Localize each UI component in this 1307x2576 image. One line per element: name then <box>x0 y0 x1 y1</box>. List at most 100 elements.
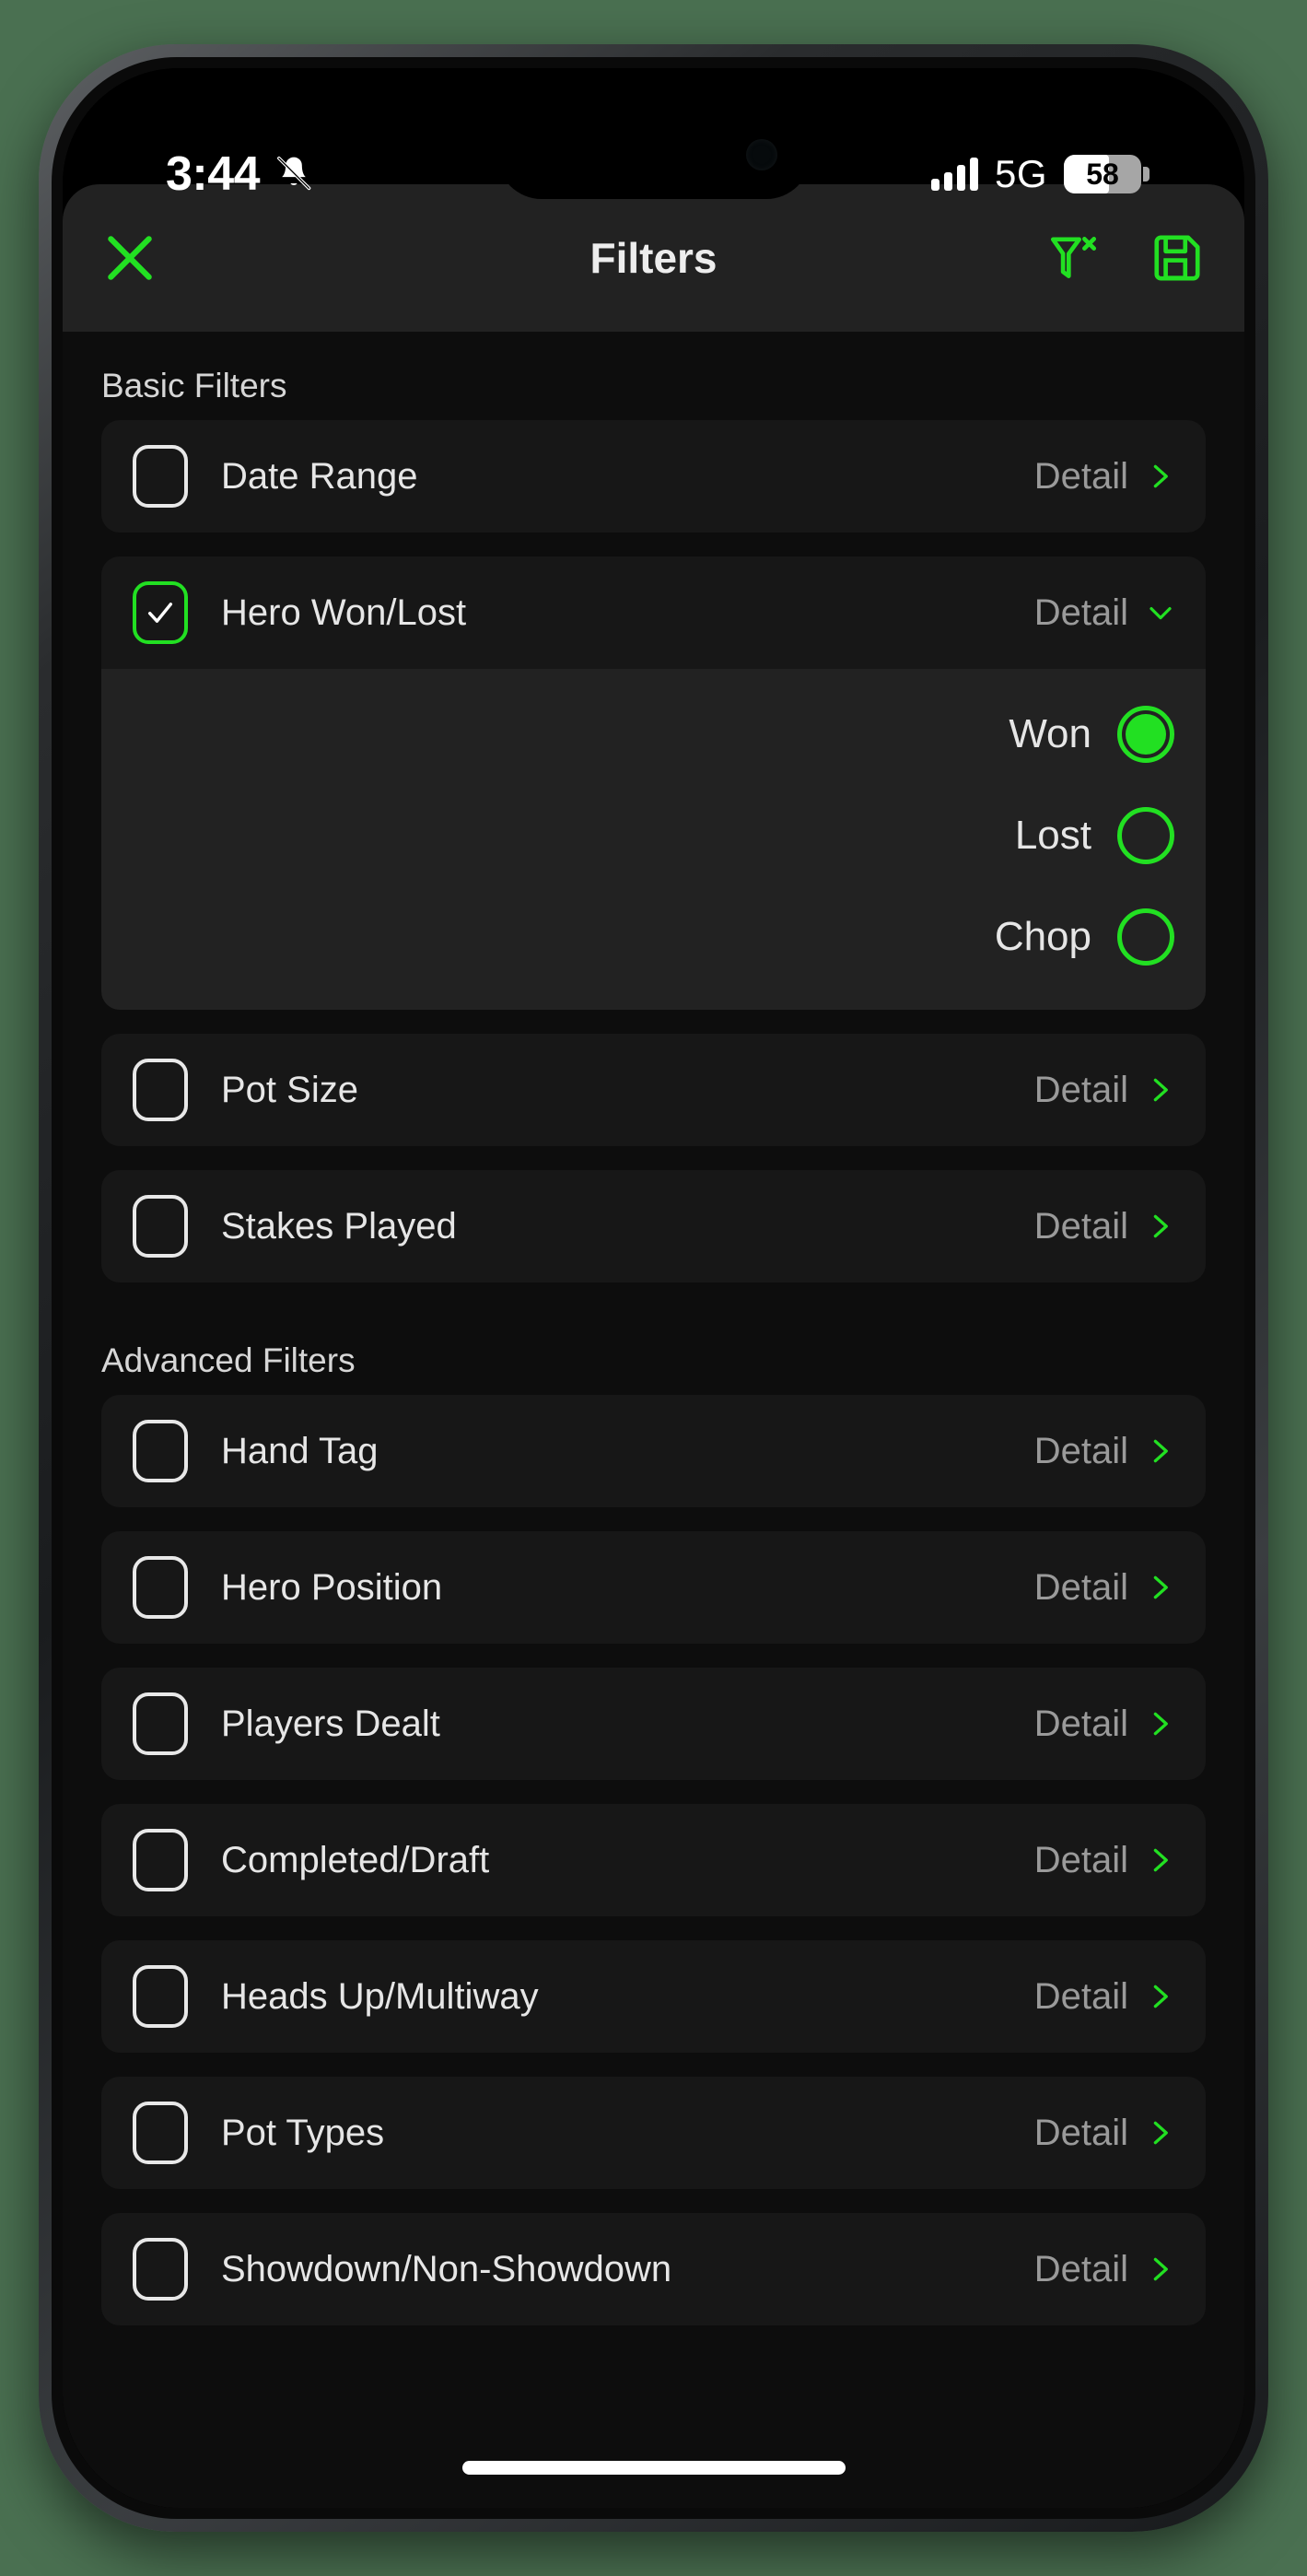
filter-row-detail[interactable]: Detail <box>1034 1070 1174 1111</box>
status-bar-right: 5G 58 <box>930 152 1149 196</box>
radio-dot <box>1126 714 1166 755</box>
filter-row-label: Heads Up/Multiway <box>221 1975 539 2017</box>
checkbox-unchecked-icon[interactable] <box>133 1420 188 1482</box>
radio-option-row[interactable]: Won <box>133 684 1174 785</box>
checkbox-unchecked-icon[interactable] <box>133 1059 188 1121</box>
filter-row-detail[interactable]: Detail <box>1034 592 1174 634</box>
detail-label: Detail <box>1033 1566 1128 1608</box>
checkbox-unchecked-icon[interactable] <box>133 445 188 508</box>
status-bar-left: 3:44 <box>166 146 315 202</box>
radio-option-label: Chop <box>994 914 1091 959</box>
radio-unselected-icon[interactable] <box>1117 807 1174 864</box>
close-x-icon[interactable] <box>101 229 158 287</box>
filter-row-detail[interactable]: Detail <box>1034 2249 1174 2290</box>
chevron-right-icon[interactable] <box>1147 1978 1174 2015</box>
dynamic-island <box>496 111 811 199</box>
detail-label: Detail <box>1033 1975 1128 2017</box>
detail-label: Detail <box>1033 591 1128 633</box>
chevron-right-icon[interactable] <box>1147 1842 1174 1879</box>
filter-row[interactable]: Players Dealt Detail <box>101 1668 1206 1780</box>
filter-row-detail[interactable]: Detail <box>1034 1704 1174 1745</box>
detail-label: Detail <box>1033 1069 1128 1110</box>
chevron-right-icon[interactable] <box>1147 1705 1174 1742</box>
filter-row-label: Stakes Played <box>221 1205 457 1247</box>
filter-row-label: Pot Types <box>221 2112 385 2153</box>
filter-remove-icon[interactable] <box>1045 229 1103 287</box>
battery-indicator: 58 <box>1064 155 1149 193</box>
radio-option-row[interactable]: Chop <box>133 886 1174 988</box>
phone-screen: Filters Basic Filters Date Range Detail … <box>63 68 1244 2508</box>
checkmark-icon <box>147 603 173 623</box>
battery-cap <box>1143 167 1149 181</box>
filter-row[interactable]: Heads Up/Multiway Detail <box>101 1940 1206 2053</box>
front-camera-icon <box>745 139 777 170</box>
filter-row-detail[interactable]: Detail <box>1034 1840 1174 1881</box>
chevron-right-icon[interactable] <box>1147 1071 1174 1108</box>
filter-row-detail[interactable]: Detail <box>1034 456 1174 498</box>
chevron-right-icon[interactable] <box>1147 1569 1174 1606</box>
detail-label: Detail <box>1033 1205 1128 1247</box>
navbar-actions <box>1045 229 1206 287</box>
checkbox-unchecked-icon[interactable] <box>133 1692 188 1755</box>
checkbox-unchecked-icon[interactable] <box>133 1556 188 1619</box>
detail-label: Detail <box>1033 2112 1128 2153</box>
phone-bezel: Filters Basic Filters Date Range Detail … <box>52 57 1255 2519</box>
filter-row-detail[interactable]: Detail <box>1034 1431 1174 1472</box>
filters-sheet: Filters Basic Filters Date Range Detail … <box>63 184 1244 2508</box>
filter-row-label: Completed/Draft <box>221 1839 490 1880</box>
chevron-right-icon[interactable] <box>1147 2114 1174 2151</box>
radio-option-label: Won <box>1009 711 1091 756</box>
filter-row[interactable]: Completed/Draft Detail <box>101 1804 1206 1916</box>
checkbox-unchecked-icon[interactable] <box>133 1195 188 1258</box>
chevron-right-icon[interactable] <box>1147 2251 1174 2288</box>
chevron-right-icon[interactable] <box>1147 1433 1174 1469</box>
filter-row[interactable]: Showdown/Non-Showdown Detail <box>101 2213 1206 2325</box>
chevron-down-icon[interactable] <box>1147 594 1174 631</box>
home-indicator[interactable] <box>461 2461 846 2475</box>
filter-row-detail[interactable]: Detail <box>1034 1206 1174 1247</box>
detail-label: Detail <box>1033 2248 1128 2289</box>
filter-row[interactable]: Hero Won/Lost Detail <box>101 556 1206 669</box>
checkbox-unchecked-icon[interactable] <box>133 2238 188 2301</box>
battery-percent-label: 58 <box>1086 157 1119 191</box>
filter-row[interactable]: Date Range Detail <box>101 420 1206 533</box>
radio-unselected-icon[interactable] <box>1117 908 1174 966</box>
checkbox-unchecked-icon[interactable] <box>133 1965 188 2028</box>
detail-label: Detail <box>1033 1430 1128 1471</box>
filter-list: Hand Tag Detail Hero Position Detail Players… <box>63 1395 1244 2325</box>
filter-row-label: Date Range <box>221 455 418 497</box>
filter-row[interactable]: Hand Tag Detail <box>101 1395 1206 1507</box>
filter-row-label: Hero Won/Lost <box>221 591 467 633</box>
phone-hardware-frame: Filters Basic Filters Date Range Detail … <box>39 44 1268 2532</box>
detail-label: Detail <box>1033 455 1128 497</box>
filter-row-detail[interactable]: Detail <box>1034 1567 1174 1609</box>
network-type-label: 5G <box>994 152 1047 195</box>
cellular-signal-icon <box>930 158 978 191</box>
filters-scroll-area[interactable]: Basic Filters Date Range Detail Hero Won/Lo… <box>63 332 1244 2508</box>
radio-option-label: Lost <box>1014 813 1091 858</box>
checkbox-unchecked-icon[interactable] <box>133 2102 188 2164</box>
filter-list: Date Range Detail Hero Won/Lost Detail Won Lo… <box>63 420 1244 1282</box>
filter-row-label: Players Dealt <box>221 1703 440 1744</box>
filter-sections: Basic Filters Date Range Detail Hero Won/Lo… <box>63 332 1244 2325</box>
filter-row[interactable]: Stakes Played Detail <box>101 1170 1206 1282</box>
section-header: Basic Filters <box>101 367 287 404</box>
radio-selected-icon[interactable] <box>1117 706 1174 763</box>
checkbox-unchecked-icon[interactable] <box>133 1829 188 1891</box>
save-floppy-icon[interactable] <box>1149 229 1206 287</box>
detail-label: Detail <box>1033 1839 1128 1880</box>
section-header: Advanced Filters <box>101 1341 356 1379</box>
filter-row[interactable]: Pot Size Detail <box>101 1034 1206 1146</box>
chevron-right-icon[interactable] <box>1147 1208 1174 1245</box>
filter-row[interactable]: Hero Position Detail <box>101 1531 1206 1644</box>
filter-row[interactable]: Pot Types Detail <box>101 2077 1206 2189</box>
filter-row-label: Hero Position <box>221 1566 443 1608</box>
checkbox-checked-icon[interactable] <box>133 581 188 644</box>
filter-row-label: Pot Size <box>221 1069 358 1110</box>
chevron-right-icon[interactable] <box>1147 458 1174 495</box>
filter-row-detail[interactable]: Detail <box>1034 1976 1174 2018</box>
filter-row-label: Hand Tag <box>221 1430 379 1471</box>
radio-option-row[interactable]: Lost <box>133 785 1174 886</box>
filter-row-detail[interactable]: Detail <box>1034 2113 1174 2154</box>
radio-dot <box>1126 917 1166 957</box>
